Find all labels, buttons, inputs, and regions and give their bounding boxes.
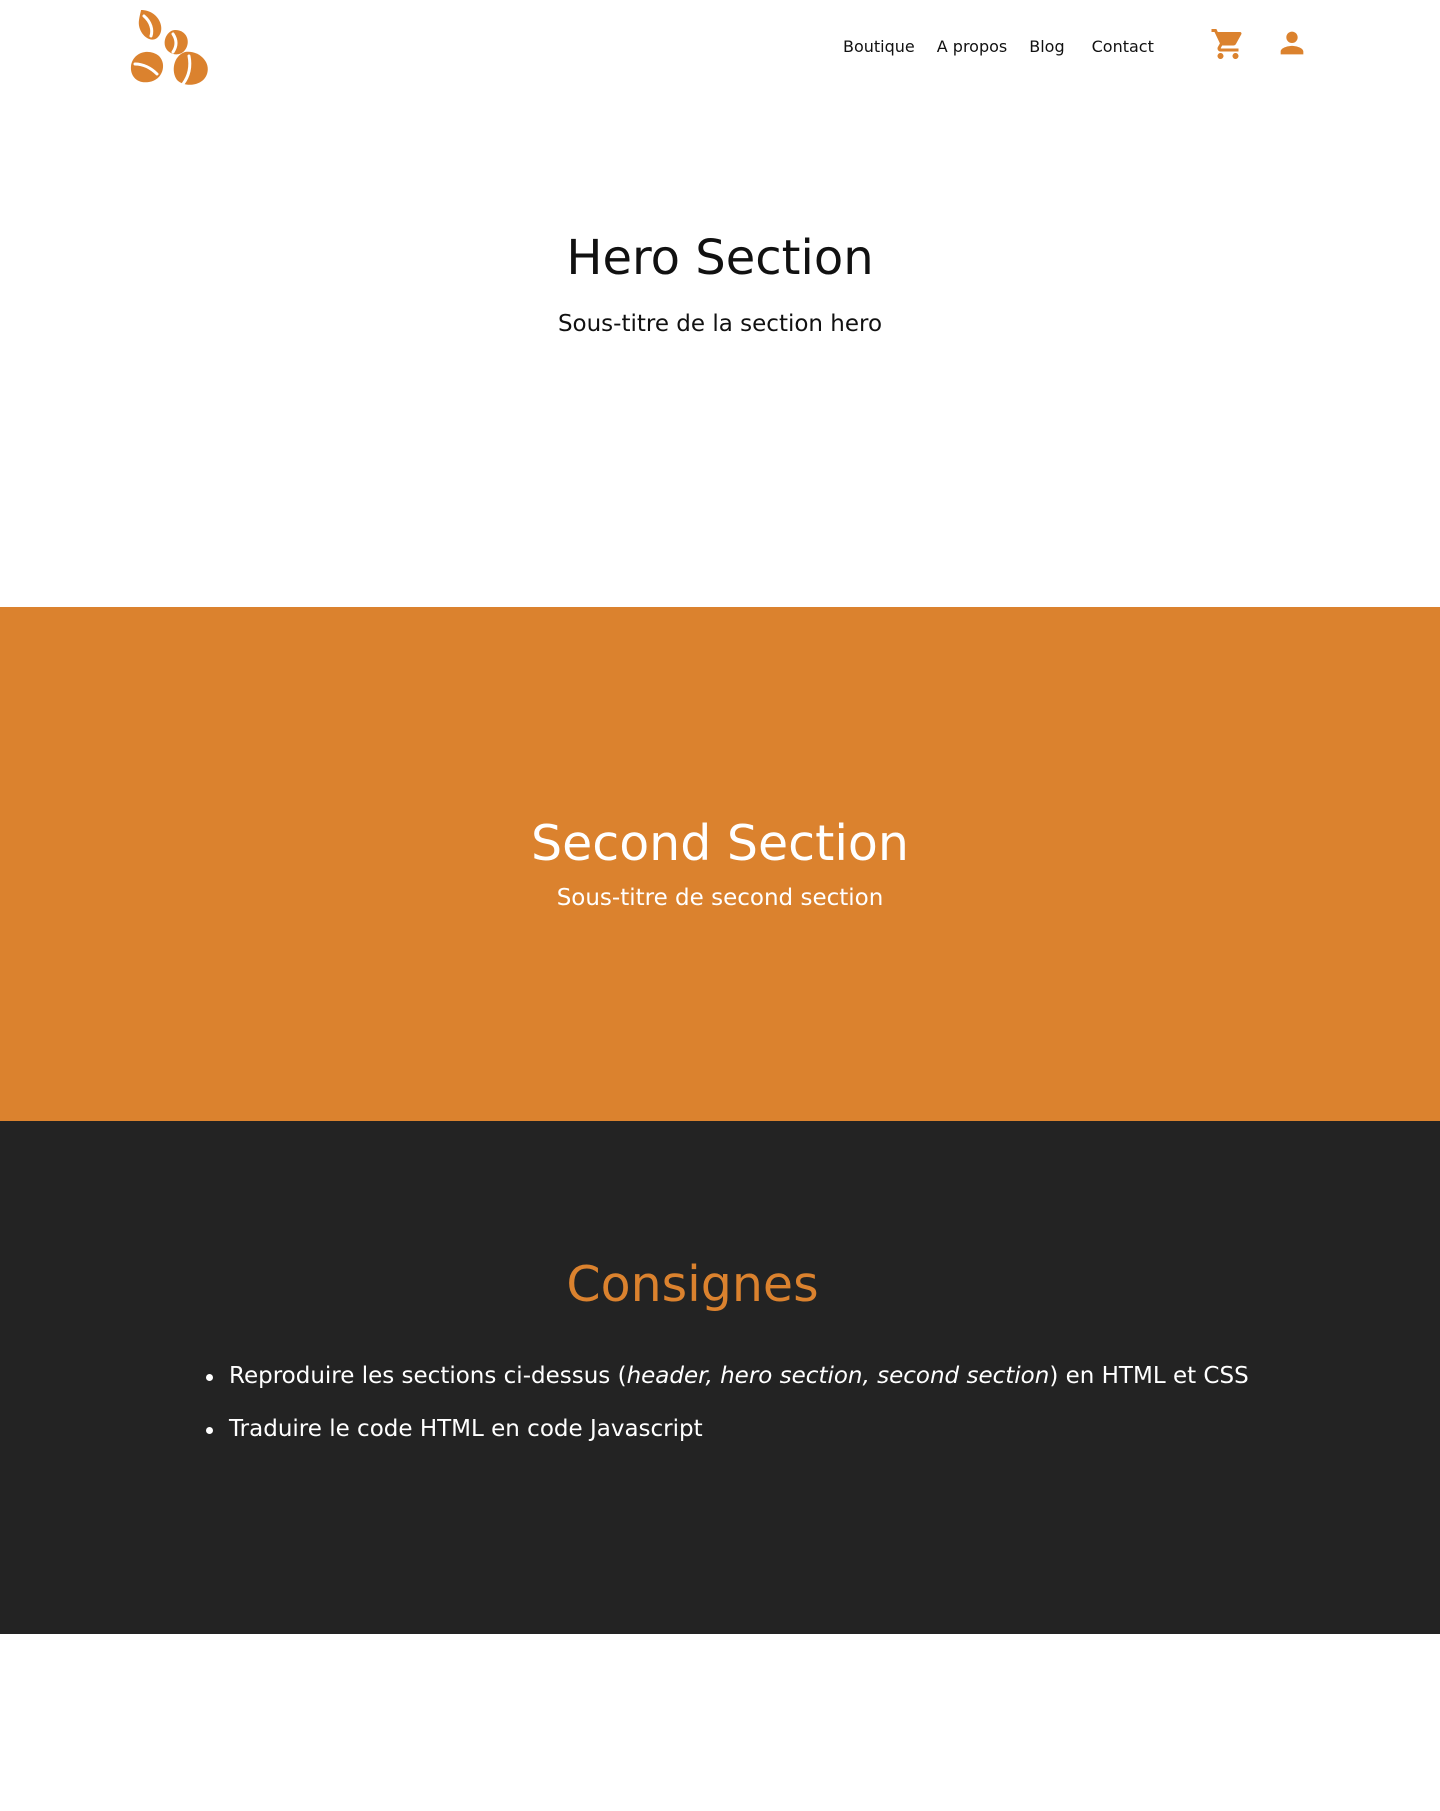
list-item-emphasis: header, hero section, second section — [626, 1363, 1050, 1389]
hero-section: Hero Section Sous-titre de la section he… — [0, 96, 1440, 607]
consignes-list: Reproduire les sections ci-dessus (heade… — [206, 1361, 1249, 1467]
coffee-beans-logo[interactable] — [129, 8, 211, 88]
nav-link-boutique[interactable]: Boutique — [843, 36, 915, 58]
list-item-text: Reproduire les sections ci-dessus ( — [229, 1363, 627, 1389]
nav-link-blog[interactable]: Blog — [1029, 36, 1064, 58]
main-nav: Boutique A propos Blog Contact — [843, 36, 1154, 58]
nav-link-a-propos[interactable]: A propos — [937, 36, 1007, 58]
hero-subtitle: Sous-titre de la section hero — [557, 311, 883, 337]
list-item: Traduire le code HTML en code Javascript — [206, 1414, 1249, 1444]
list-item-text: Traduire le code HTML en code Javascript — [229, 1416, 703, 1442]
consignes-title: Consignes — [566, 1256, 819, 1313]
cart-icon — [1210, 26, 1246, 66]
consignes-section: Consignes Reproduire les sections ci-des… — [0, 1121, 1440, 1634]
nav-link-contact[interactable]: Contact — [1092, 36, 1154, 58]
site-header: Boutique A propos Blog Contact — [0, 0, 1440, 96]
second-section: Second Section Sous-titre de second sect… — [0, 607, 1440, 1121]
hero-title: Hero Section — [566, 230, 874, 286]
list-item-text: ) en HTML et CSS — [1049, 1363, 1249, 1389]
user-icon — [1275, 26, 1309, 64]
list-item: Reproduire les sections ci-dessus (heade… — [206, 1361, 1249, 1391]
second-section-title: Second Section — [531, 815, 909, 872]
cart-button[interactable] — [1208, 26, 1248, 66]
second-section-subtitle: Sous-titre de second section — [556, 885, 884, 911]
user-account-button[interactable] — [1272, 26, 1312, 64]
